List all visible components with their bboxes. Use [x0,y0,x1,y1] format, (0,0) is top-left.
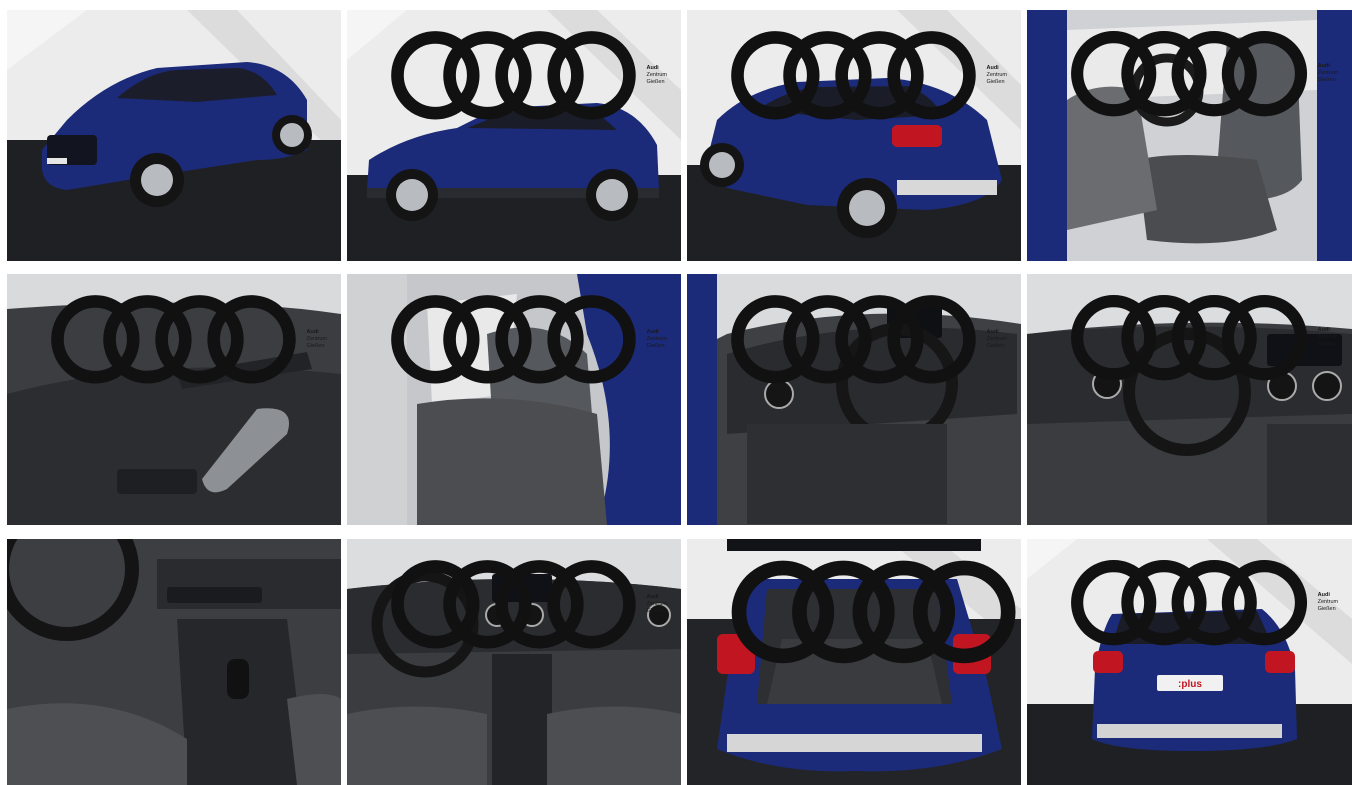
cockpit-side-image [687,274,1021,525]
gallery-photo-3[interactable]: Audi Zentrum Gießen [687,10,1021,261]
dashboard-image [1027,274,1352,525]
car-front-three-quarter-image [7,10,341,261]
gallery-photo-8[interactable]: Audi Zentrum Gießen [1027,274,1352,525]
gallery-photo-9[interactable] [7,539,341,785]
rear-seat-image [347,274,681,525]
gallery-photo-12[interactable]: :plus Audi Zentrum Gießen [1027,539,1352,785]
plus-badge: :plus [1178,679,1202,690]
gallery-photo-2[interactable]: Audi Zentrum Gießen [347,10,681,261]
gallery-photo-7[interactable]: Audi Zentrum Gießen [687,274,1021,525]
photo-gallery: AudiZentrum Gießen AudiZentrum Gießen [0,0,1352,785]
car-rear-three-quarter-image [687,10,1021,261]
trunk-open-image [687,539,1021,785]
car-side-image [347,10,681,261]
front-seat-image [1027,10,1352,261]
gallery-photo-4[interactable]: Audi Zentrum Gießen [1027,10,1352,261]
gallery-photo-5[interactable]: Audi Zentrum Gießen [7,274,341,525]
gallery-photo-10[interactable]: Audi Zentrum Gießen [347,539,681,785]
car-rear-image: :plus [1027,539,1352,785]
gallery-photo-6[interactable]: Audi Zentrum Gießen [347,274,681,525]
gallery-photo-1[interactable] [7,10,341,261]
door-panel-image [7,274,341,525]
center-console-image [7,539,341,785]
gallery-photo-11[interactable] [687,539,1021,785]
dashboard-wide-image [347,539,681,785]
